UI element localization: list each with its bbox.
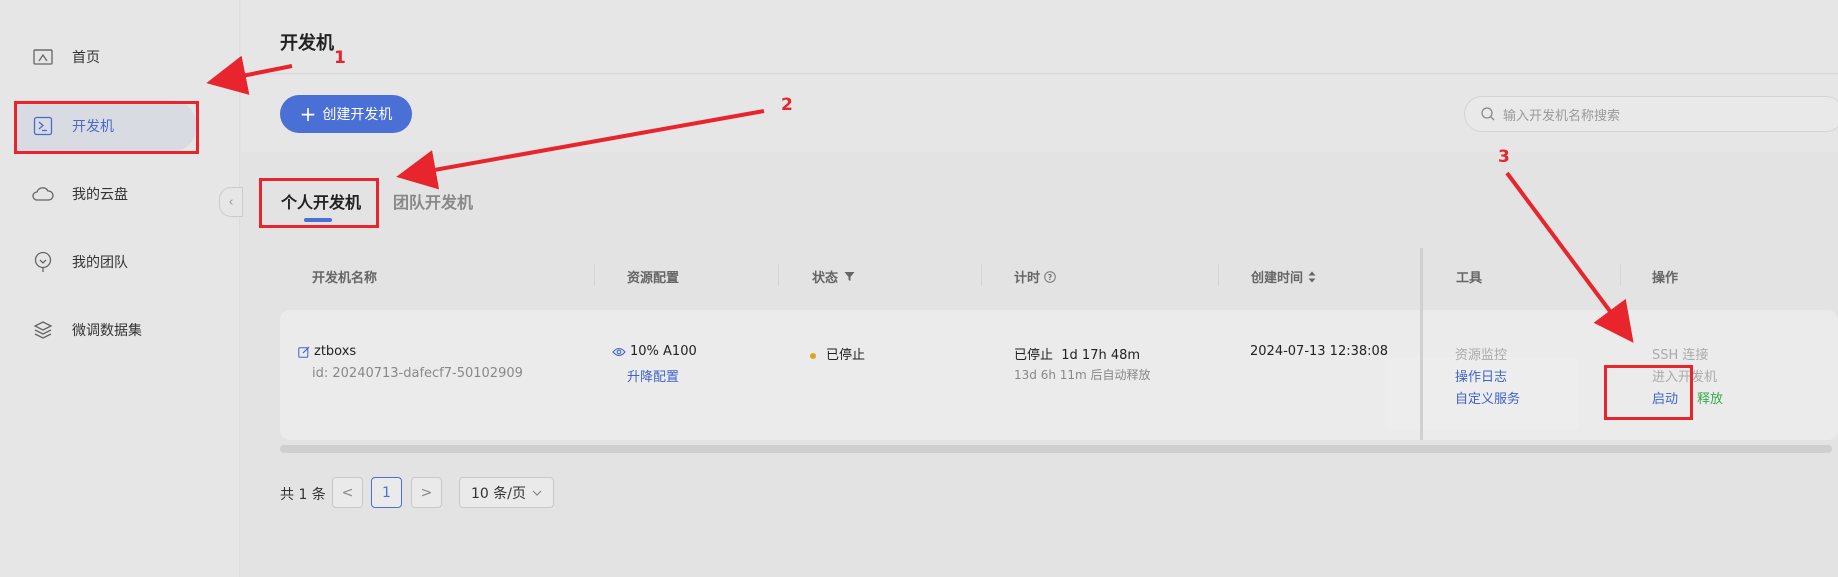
pagination-total: 共 1 条 <box>280 487 326 503</box>
annotation-arrow-3 <box>1505 171 1634 343</box>
pagination-next-button[interactable]: > <box>411 477 442 508</box>
page-title: 开发机 <box>280 33 334 54</box>
page-size-select[interactable]: 10 条/页 <box>459 477 554 508</box>
created-time: 2024-07-13 12:38:08 <box>1250 344 1389 359</box>
eye-icon[interactable] <box>612 347 626 357</box>
layers-icon <box>32 319 54 341</box>
sidebar-item-label: 首页 <box>72 50 100 66</box>
resize-config-link[interactable]: 升降配置 <box>627 366 679 385</box>
annotation-label-1: 1 <box>334 48 346 68</box>
column-divider <box>594 264 595 286</box>
annotation-box-2 <box>259 178 379 228</box>
cloud-icon <box>32 183 54 205</box>
tool-custom-service[interactable]: 自定义服务 <box>1455 388 1520 407</box>
search-icon <box>1481 107 1495 121</box>
sidebar-item-cloud[interactable]: 我的云盘 <box>14 168 197 220</box>
chevron-down-icon <box>532 490 542 496</box>
annotation-box-3 <box>1604 365 1693 420</box>
column-divider <box>1620 264 1621 286</box>
status-dot <box>810 352 816 359</box>
edit-icon[interactable] <box>298 346 310 358</box>
create-devmachine-button[interactable]: + 创建开发机 <box>280 95 412 133</box>
column-divider <box>981 264 982 286</box>
devmachine-name: ztboxs <box>314 344 357 359</box>
column-header-tools: 工具 <box>1456 271 1483 286</box>
search-placeholder: 输入开发机名称搜索 <box>1503 108 1621 124</box>
column-header-created-label: 创建时间 <box>1251 271 1304 286</box>
filter-icon[interactable] <box>844 271 855 282</box>
pagination-prev-button[interactable]: < <box>332 477 363 508</box>
sidebar-item-label: 微调数据集 <box>72 323 142 339</box>
resource-cell: 10% A100 <box>612 344 697 359</box>
help-icon[interactable]: ? <box>1044 270 1056 283</box>
column-header-timer-label: 计时 <box>1014 271 1041 286</box>
annotation-label-3: 3 <box>1498 147 1510 167</box>
column-header-created[interactable]: 创建时间 <box>1251 267 1316 286</box>
svg-text:?: ? <box>1048 273 1053 282</box>
fixed-column-divider <box>1420 248 1423 440</box>
column-header-actions: 操作 <box>1652 271 1679 286</box>
chevron-left-icon: ‹ <box>228 194 234 210</box>
create-button-label: 创建开发机 <box>322 107 393 123</box>
action-release[interactable]: 释放 <box>1697 388 1723 407</box>
annotation-label-2: 2 <box>781 95 793 115</box>
sidebar-collapse-button[interactable]: ‹ <box>219 187 243 217</box>
status-badge: 已停止 <box>826 348 866 363</box>
column-header-timer: 计时 ? <box>1014 267 1056 286</box>
tab-team[interactable]: 团队开发机 <box>393 189 473 213</box>
page-size-value: 10 条/页 <box>471 485 526 502</box>
tool-operation-log[interactable]: 操作日志 <box>1455 366 1507 385</box>
sidebar-item-label: 我的云盘 <box>72 187 128 203</box>
devmachine-id: id: 20240713-dafecf7-50102909 <box>312 366 523 381</box>
page-header: 开发机 <box>241 0 1838 74</box>
timer-auto-release: 13d 6h 11m 后自动释放 <box>1014 368 1151 382</box>
timer-main: 已停止 1d 17h 48m <box>1014 348 1141 363</box>
column-header-name: 开发机名称 <box>312 271 378 286</box>
column-divider <box>1218 264 1219 286</box>
annotation-box-1 <box>14 101 199 154</box>
devmachine-name-cell: ztboxs <box>298 344 356 359</box>
resource-value: 10% A100 <box>630 344 697 359</box>
sidebar-item-home[interactable]: 首页 <box>14 31 197 83</box>
action-ssh-connect[interactable]: SSH 连接 <box>1652 344 1708 363</box>
status-cell: 已停止 <box>810 344 865 363</box>
home-icon <box>32 46 54 68</box>
plus-icon: + <box>299 102 317 126</box>
column-header-status-label: 状态 <box>812 271 839 286</box>
search-input[interactable]: 输入开发机名称搜索 <box>1464 96 1838 132</box>
sidebar: 首页 开发机 我的云盘 我的团队 微调数据集 ‹ <box>0 0 243 577</box>
sidebar-item-team[interactable]: 我的团队 <box>14 236 197 288</box>
sidebar-item-label: 我的团队 <box>72 255 128 271</box>
team-icon <box>32 251 54 273</box>
pagination-page-1[interactable]: 1 <box>371 477 402 508</box>
horizontal-scrollbar[interactable] <box>280 445 1832 453</box>
sidebar-item-dataset[interactable]: 微调数据集 <box>14 304 197 356</box>
column-header-resource: 资源配置 <box>627 271 680 286</box>
column-divider <box>778 264 779 286</box>
toolbar: + 创建开发机 输入开发机名称搜索 <box>241 75 1838 152</box>
sort-icon[interactable] <box>1308 271 1316 283</box>
column-header-status[interactable]: 状态 <box>812 267 855 286</box>
tool-resource-monitor[interactable]: 资源监控 <box>1455 344 1507 363</box>
